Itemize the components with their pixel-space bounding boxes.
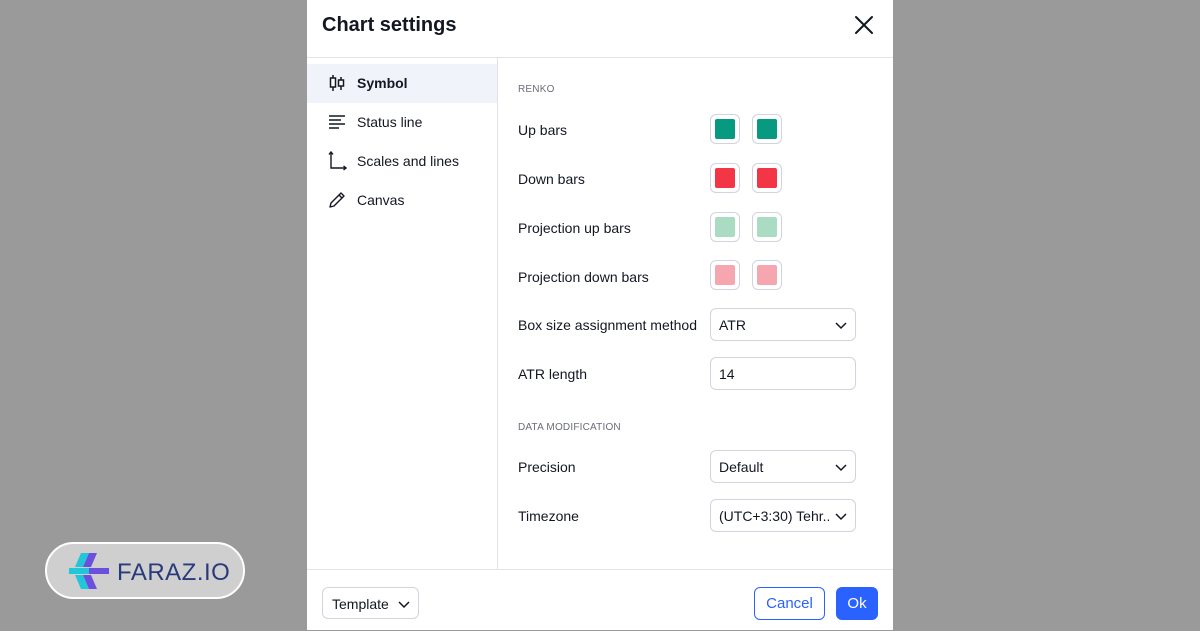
down-bars-color-2-swatch[interactable] [752, 163, 782, 193]
timezone-select[interactable]: (UTC+3:30) Tehr... [710, 499, 856, 532]
atr-length-input[interactable]: 14 [710, 357, 856, 390]
chevron-down-icon [835, 513, 847, 521]
select-value: ATR [719, 317, 746, 333]
faraz-logo-icon [69, 553, 109, 589]
swatch-fill [757, 217, 777, 237]
down-bars-color-1-swatch[interactable] [710, 163, 740, 193]
cancel-button[interactable]: Cancel [754, 587, 825, 620]
template-label: Template [332, 596, 389, 612]
projection-down-bars-color-1-swatch[interactable] [710, 260, 740, 290]
swatch-fill [757, 168, 777, 188]
sidebar-item-status-line[interactable]: Status line [307, 103, 497, 142]
pencil-icon [329, 192, 345, 208]
projection-up-bars-color-2-swatch[interactable] [752, 212, 782, 242]
precision-label: Precision [518, 459, 576, 475]
sidebar-item-label: Canvas [357, 192, 405, 208]
box-size-method-select[interactable]: ATR [710, 308, 856, 341]
renko-section-header: RENKO [518, 84, 555, 95]
swatch-fill [715, 265, 735, 285]
swatch-fill [757, 265, 777, 285]
settings-sidebar: Symbol Status line Scales and lines Canv… [307, 58, 498, 569]
projection-up-bars-color-1-swatch[interactable] [710, 212, 740, 242]
data-modification-section-header: DATA MODIFICATION [518, 422, 621, 433]
swatch-fill [715, 168, 735, 188]
down-bars-label: Down bars [518, 171, 585, 187]
scales-axis-icon [328, 151, 347, 171]
swatch-fill [757, 119, 777, 139]
ok-button[interactable]: Ok [836, 587, 878, 620]
timezone-label: Timezone [518, 508, 579, 524]
brand-text: FARAZ.IO [117, 559, 231, 586]
dialog-footer: Template Cancel Ok [307, 569, 893, 631]
atr-length-label: ATR length [518, 366, 587, 382]
dialog-header: Chart settings [307, 0, 893, 58]
projection-up-bars-label: Projection up bars [518, 220, 631, 236]
status-line-icon [329, 115, 345, 129]
chevron-down-icon [835, 464, 847, 472]
input-value: 14 [719, 366, 735, 382]
sidebar-item-canvas[interactable]: Canvas [307, 181, 497, 220]
up-bars-label: Up bars [518, 122, 568, 138]
chevron-down-icon [835, 322, 847, 330]
sidebar-item-symbol[interactable]: Symbol [307, 64, 497, 103]
projection-down-bars-color-2-swatch[interactable] [752, 260, 782, 290]
up-bars-color-1-swatch[interactable] [710, 114, 740, 144]
swatch-fill [715, 119, 735, 139]
projection-down-bars-label: Projection down bars [518, 269, 649, 285]
close-icon[interactable] [853, 14, 875, 36]
sidebar-item-scales-and-lines[interactable]: Scales and lines [307, 142, 497, 181]
sidebar-item-label: Status line [357, 114, 423, 130]
dialog-title: Chart settings [322, 14, 457, 36]
up-bars-color-2-swatch[interactable] [752, 114, 782, 144]
select-value: Default [719, 459, 764, 475]
template-dropdown-button[interactable]: Template [322, 587, 419, 619]
box-size-method-label: Box size assignment method [518, 317, 697, 333]
sidebar-item-label: Scales and lines [357, 153, 459, 169]
chart-settings-dialog: Chart settings Symbol Status line Scales… [307, 0, 893, 630]
swatch-fill [715, 217, 735, 237]
sidebar-item-label: Symbol [357, 75, 408, 91]
chevron-down-icon [398, 601, 410, 609]
brand-watermark: FARAZ.IO [45, 542, 245, 599]
settings-content: RENKO Up bars Down bars Projection up ba… [498, 58, 893, 569]
precision-select[interactable]: Default [710, 450, 856, 483]
select-value: (UTC+3:30) Tehr... [719, 508, 829, 524]
candlestick-icon [329, 75, 345, 91]
